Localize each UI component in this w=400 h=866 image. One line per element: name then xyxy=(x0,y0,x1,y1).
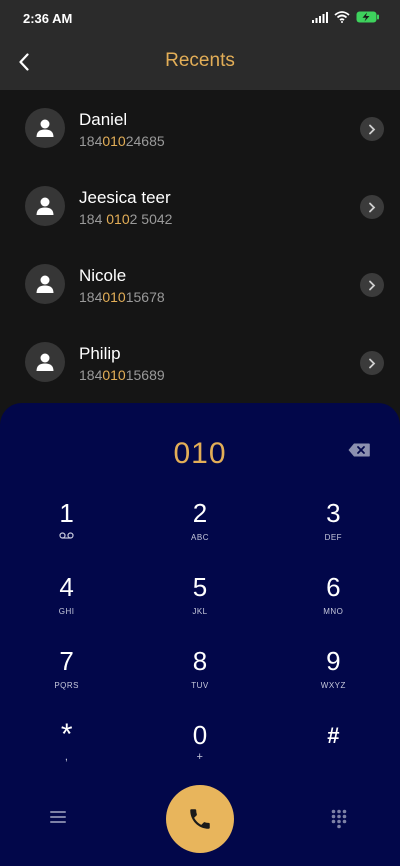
contact-name: Philip xyxy=(79,344,121,363)
key-letters: TUV xyxy=(191,681,209,690)
chevron-right-icon xyxy=(369,358,376,368)
key-digit: 9 xyxy=(326,646,341,676)
chevron-right-icon xyxy=(369,280,376,290)
menu-button[interactable] xyxy=(50,810,72,828)
person-icon xyxy=(36,119,54,137)
status-icons xyxy=(312,11,380,23)
key-0[interactable]: 0 + xyxy=(133,715,266,789)
contact-number: 18401024685 xyxy=(79,133,165,149)
contact-number: 18401015678 xyxy=(79,289,165,305)
contact-details-button[interactable] xyxy=(360,351,384,375)
contact-details-button[interactable] xyxy=(360,273,384,297)
key-digit: 6 xyxy=(326,572,341,602)
key-letters: PQRS xyxy=(54,681,79,690)
voicemail-icon xyxy=(59,532,74,539)
key-letters: , xyxy=(64,751,69,763)
avatar xyxy=(25,264,65,304)
contact-number: 18401015689 xyxy=(79,367,165,383)
chevron-right-icon xyxy=(369,202,376,212)
key-letters: + xyxy=(196,751,204,763)
key-letters: MNO xyxy=(323,607,344,616)
key-digit: 0 xyxy=(192,720,208,750)
contact-name: Jeesica teer xyxy=(79,188,171,207)
number-match: 010 xyxy=(106,211,130,227)
key-digit: # xyxy=(327,723,340,748)
recent-contact-row[interactable]: Nicole 18401015678 xyxy=(0,246,400,324)
number-match: 010 xyxy=(102,289,126,305)
avatar xyxy=(25,186,65,226)
key-2[interactable]: 2 ABC xyxy=(133,493,266,567)
dialer-panel: 010 1 2 ABC 3 DEF 4 GHI 5 JKL 6 MNO 7 PQ… xyxy=(0,403,400,866)
dialpad-toggle-button[interactable] xyxy=(331,809,347,829)
key-letters: DEF xyxy=(324,533,343,542)
key-letters: GHI xyxy=(58,607,75,616)
menu-icon xyxy=(50,811,66,823)
dialpad-icon xyxy=(331,809,347,829)
key-4[interactable]: 4 GHI xyxy=(0,567,133,641)
avatar xyxy=(25,342,65,382)
key-digit: * xyxy=(60,718,73,751)
key-1[interactable]: 1 xyxy=(0,493,133,567)
key-9[interactable]: 9 WXYZ xyxy=(267,641,400,715)
contact-name: Nicole xyxy=(79,266,127,285)
key-star[interactable]: * , xyxy=(0,715,133,789)
person-icon xyxy=(36,197,54,215)
keypad: 1 2 ABC 3 DEF 4 GHI 5 JKL 6 MNO 7 PQRS 8… xyxy=(0,493,400,789)
key-digit: 5 xyxy=(192,572,208,602)
recents-list: Daniel 18401024685 Jeesica teer 184 0102… xyxy=(0,90,400,402)
call-button[interactable] xyxy=(166,785,234,853)
contact-name: Daniel xyxy=(79,110,128,129)
key-6[interactable]: 6 MNO xyxy=(267,567,400,641)
key-digit: 4 xyxy=(59,572,74,602)
key-hash[interactable]: # xyxy=(267,715,400,789)
status-bar: 2:36 AM xyxy=(0,0,400,36)
key-8[interactable]: 8 TUV xyxy=(133,641,266,715)
dialed-number[interactable]: 010 xyxy=(0,437,400,471)
key-3[interactable]: 3 DEF xyxy=(267,493,400,567)
recent-contact-row[interactable]: Daniel 18401024685 xyxy=(0,90,400,168)
key-letters: JKL xyxy=(192,607,208,616)
key-letters: ABC xyxy=(191,533,209,542)
wifi-icon xyxy=(334,11,350,23)
page-title: Recents xyxy=(165,50,235,71)
key-digit: 2 xyxy=(192,498,208,528)
battery-charging-icon xyxy=(356,11,379,23)
status-time: 2:36 AM xyxy=(23,11,73,26)
key-5[interactable]: 5 JKL xyxy=(133,567,266,641)
avatar xyxy=(25,108,65,148)
key-digit: 7 xyxy=(59,646,74,676)
number-match: 010 xyxy=(102,367,126,383)
recent-contact-row[interactable]: Jeesica teer 184 0102 5042 xyxy=(0,168,400,246)
backspace-icon xyxy=(348,443,370,457)
backspace-button[interactable] xyxy=(348,443,372,461)
key-letters: WXYZ xyxy=(320,681,346,690)
contact-number: 184 0102 5042 xyxy=(79,211,173,227)
person-icon xyxy=(36,275,54,293)
key-digit: 3 xyxy=(326,498,341,528)
key-digit: 8 xyxy=(192,646,208,676)
signal-icon xyxy=(312,11,328,23)
key-7[interactable]: 7 PQRS xyxy=(0,641,133,715)
contact-details-button[interactable] xyxy=(360,195,384,219)
number-match: 010 xyxy=(102,133,126,149)
recent-contact-row[interactable]: Philip 18401015689 xyxy=(0,324,400,402)
chevron-right-icon xyxy=(369,124,376,134)
app-header: Recents xyxy=(0,36,400,90)
contact-details-button[interactable] xyxy=(360,117,384,141)
key-digit: 1 xyxy=(59,498,74,528)
person-icon xyxy=(36,353,54,371)
phone-icon xyxy=(190,809,210,829)
dialer-actions xyxy=(0,781,400,861)
